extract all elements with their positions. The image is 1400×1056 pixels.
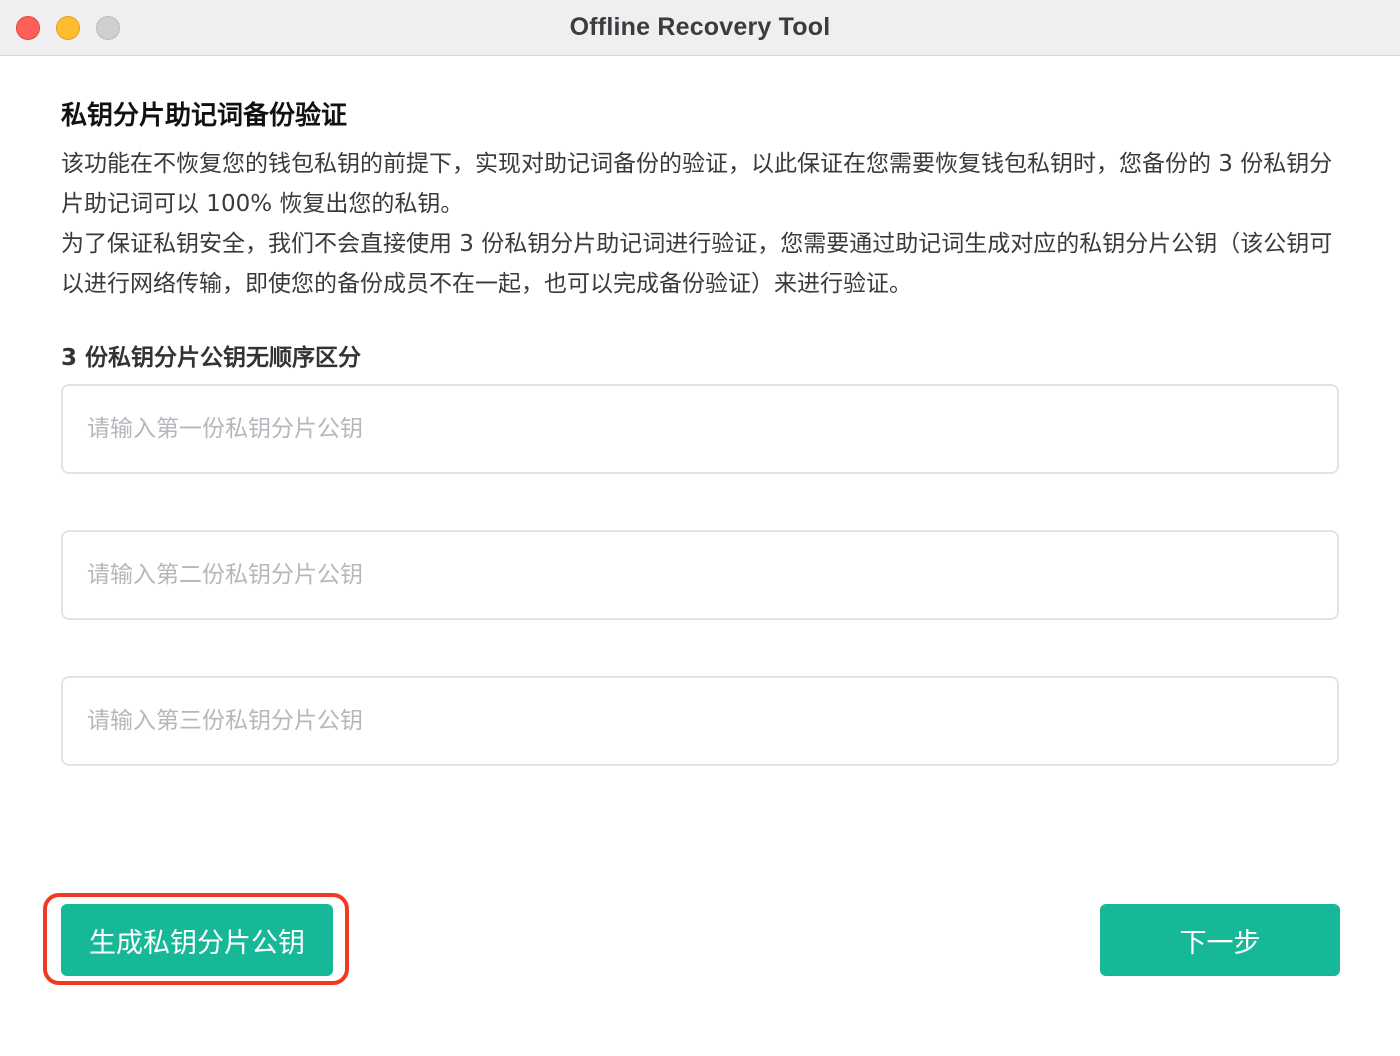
public-key-field-2[interactable] [61,530,1339,620]
next-step-button[interactable]: 下一步 [1100,904,1340,976]
description-paragraph-2: 为了保证私钥安全，我们不会直接使用 3 份私钥分片助记词进行验证，您需要通过助记… [61,231,1333,297]
generate-public-key-button[interactable]: 生成私钥分片公钥 [61,904,333,976]
public-key-input-2[interactable] [63,532,1337,618]
description: 该功能在不恢复您的钱包私钥的前提下，实现对助记词备份的验证，以此保证在您需要恢复… [61,144,1340,304]
public-keys-label: 3 份私钥分片公钥无顺序区分 [61,345,362,371]
title-bar[interactable]: Offline Recovery Tool [0,0,1400,56]
description-paragraph-1: 该功能在不恢复您的钱包私钥的前提下，实现对助记词备份的验证，以此保证在您需要恢复… [61,151,1333,217]
public-key-field-1[interactable] [61,384,1339,474]
page-title: 私钥分片助记词备份验证 [61,101,348,131]
public-key-input-1[interactable] [63,386,1337,472]
window-title: Offline Recovery Tool [569,13,831,41]
intro-section: 私钥分片助记词备份验证 该功能在不恢复您的钱包私钥的前提下，实现对助记词备份的验… [61,96,1340,304]
public-key-field-3[interactable] [61,676,1339,766]
app-window: Offline Recovery Tool 私钥分片助记词备份验证 该功能在不恢… [0,0,1400,1056]
public-key-input-3[interactable] [63,678,1337,764]
